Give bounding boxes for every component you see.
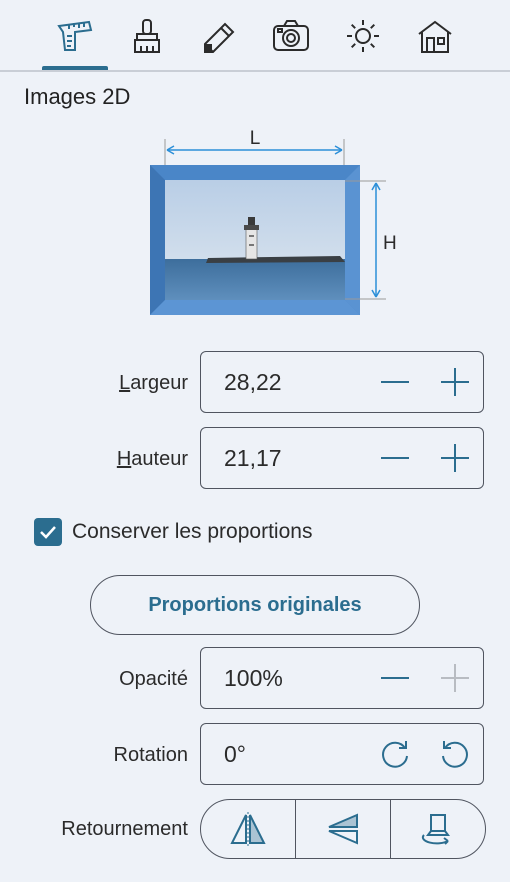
plus-icon	[441, 664, 469, 692]
keep-proportions-checkbox[interactable]	[34, 518, 62, 546]
original-proportions-button[interactable]: Proportions originales	[90, 575, 420, 635]
tab-lighting[interactable]	[330, 12, 396, 64]
plus-icon	[441, 368, 469, 396]
checkmark-icon	[40, 526, 56, 539]
camera-icon	[273, 20, 309, 51]
measure-icon	[57, 20, 93, 51]
rotate-3d-icon	[421, 814, 450, 845]
flip-horizontal-icon	[230, 812, 266, 846]
rotate-counterclockwise-button[interactable]	[425, 724, 485, 784]
height-label-rest: auteur	[131, 448, 188, 470]
opacity-increment-button[interactable]	[425, 648, 485, 708]
image-preview: L H	[140, 125, 400, 325]
height-label-mnemonic: H	[116, 448, 132, 470]
house-icon	[418, 20, 452, 53]
minus-icon	[381, 457, 409, 459]
opacity-value[interactable]: 100%	[224, 665, 283, 692]
tab-camera[interactable]	[258, 12, 324, 64]
rotation-field[interactable]: 0°	[200, 723, 484, 785]
rotation-value[interactable]: 0°	[224, 741, 246, 768]
width-label-rest: argeur	[130, 372, 188, 394]
toolbar-divider	[0, 70, 510, 72]
rotate-clockwise-button[interactable]	[365, 724, 425, 784]
height-field[interactable]: 21,17	[200, 427, 484, 489]
sun-icon	[347, 20, 379, 52]
height-value[interactable]: 21,17	[224, 445, 282, 472]
rotate-counterclockwise-icon	[442, 741, 468, 768]
tab-pencil[interactable]	[186, 12, 252, 64]
width-value[interactable]: 28,22	[224, 369, 282, 396]
keep-proportions-label[interactable]: Conserver les proportions	[72, 520, 312, 544]
opacity-label: Opacité	[119, 668, 188, 690]
width-label: Largeur	[119, 372, 188, 395]
minus-icon	[381, 677, 409, 679]
width-label-mnemonic: L	[119, 372, 131, 394]
flip-button-group	[200, 799, 486, 859]
flip-horizontal-button[interactable]	[201, 800, 295, 858]
tab-measure[interactable]	[42, 12, 108, 64]
height-marker: H	[383, 233, 397, 254]
tab-brush[interactable]	[114, 12, 180, 64]
height-increment-button[interactable]	[425, 428, 485, 488]
flip-vertical-button[interactable]	[295, 800, 390, 858]
pencil-eraser-icon	[204, 22, 235, 53]
flip-label: Retournement	[61, 818, 188, 840]
rotate-clockwise-icon	[382, 741, 408, 768]
tab-house[interactable]	[402, 12, 468, 64]
rotation-label: Rotation	[113, 744, 189, 766]
flip-vertical-icon	[328, 813, 358, 845]
width-decrement-button[interactable]	[365, 352, 425, 412]
plus-icon	[441, 444, 469, 472]
width-increment-button[interactable]	[425, 352, 485, 412]
minus-icon	[381, 381, 409, 383]
brush-icon	[134, 19, 160, 53]
height-decrement-button[interactable]	[365, 428, 425, 488]
section-title: Images 2D	[24, 84, 131, 109]
width-marker: L	[250, 128, 261, 149]
toolbar	[0, 0, 510, 72]
flip-rotate-3d-button[interactable]	[390, 800, 485, 858]
height-label: Hauteur	[117, 448, 188, 471]
opacity-field[interactable]: 100%	[200, 647, 484, 709]
width-field[interactable]: 28,22	[200, 351, 484, 413]
opacity-decrement-button[interactable]	[365, 648, 425, 708]
